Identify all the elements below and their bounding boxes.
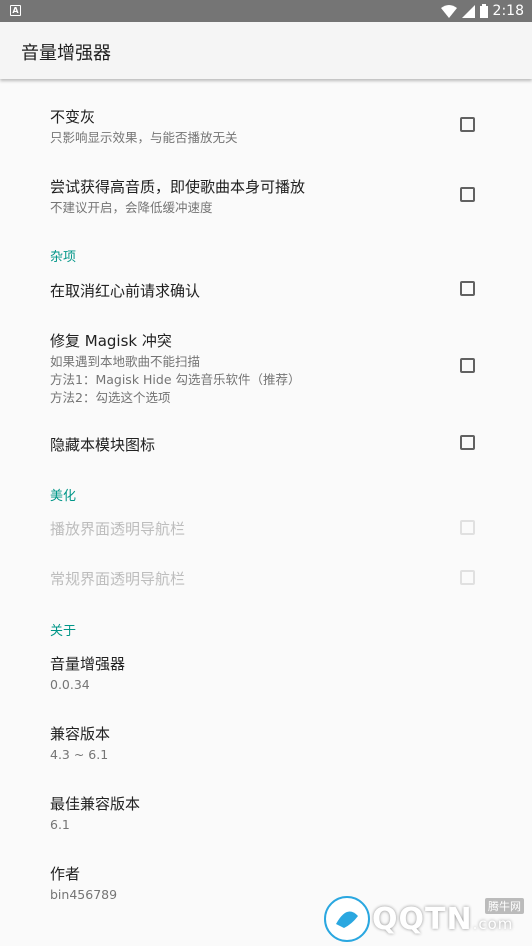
pref-title: 最佳兼容版本 (50, 795, 141, 813)
confirm-unlike-checkbox[interactable] (460, 281, 475, 296)
pref-summary: 不建议开启，会降低缓冲速度 (50, 200, 213, 215)
pref-title: 作者 (50, 865, 81, 883)
category-about: 关于 (50, 624, 77, 639)
pref-summary-line: 方法2：勾选这个选项 (50, 390, 171, 405)
signal-icon (461, 4, 475, 18)
notification-icon: A (10, 5, 21, 16)
pref-best-compat-version[interactable]: 最佳兼容版本 6.1 (50, 793, 532, 834)
status-icons: 2:18 (440, 0, 524, 22)
pref-value: 0.0.34 (50, 677, 90, 692)
preference-list[interactable]: 不变灰 只影响显示效果，与能否播放无关 尝试获得高音质，即使歌曲本身可播放 不建… (0, 80, 532, 946)
pref-summary: 只影响显示效果，与能否播放无关 (50, 130, 238, 145)
pref-value: 6.1 (50, 817, 70, 832)
pref-compat-version[interactable]: 兼容版本 4.3 ~ 6.1 (50, 723, 532, 764)
wifi-icon (440, 4, 457, 18)
no-gray-checkbox[interactable] (460, 117, 475, 132)
pref-value: 4.3 ~ 6.1 (50, 747, 109, 762)
watermark-logo-icon (324, 896, 370, 942)
app-bar: 音量增强器 (0, 22, 532, 79)
play-transparent-nav-checkbox (460, 520, 475, 535)
high-quality-checkbox[interactable] (460, 187, 475, 202)
category-misc: 杂项 (50, 250, 77, 265)
pref-title: 兼容版本 (50, 725, 111, 743)
battery-icon (479, 4, 488, 18)
watermark: QQTN.com 腾牛网 (322, 892, 532, 946)
pref-title: 修复 Magisk 冲突 (50, 332, 172, 350)
pref-title: 音量增强器 (50, 655, 126, 673)
category-beauty: 美化 (50, 489, 77, 504)
pref-summary-line: 方法1：Magisk Hide 勾选音乐软件（推荐） (50, 372, 301, 387)
watermark-tag: 腾牛网 (485, 898, 524, 914)
magisk-fix-checkbox[interactable] (460, 358, 475, 373)
pref-app-name[interactable]: 音量增强器 0.0.34 (50, 653, 532, 694)
normal-transparent-nav-checkbox (460, 570, 475, 585)
page-title: 音量增强器 (21, 43, 111, 64)
status-time: 2:18 (492, 3, 524, 19)
hide-icon-checkbox[interactable] (460, 435, 475, 450)
status-bar: A 2:18 (0, 0, 532, 22)
